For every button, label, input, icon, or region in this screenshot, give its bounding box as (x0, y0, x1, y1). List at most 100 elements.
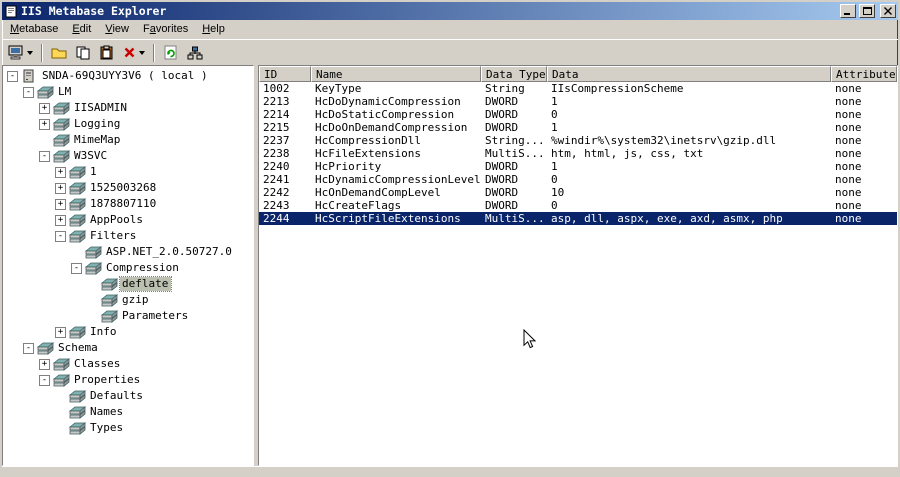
tree-item-label: Info (90, 325, 117, 338)
tree-item-names[interactable]: Names (3, 404, 253, 420)
list-row-2238[interactable]: 2238 HcFileExtensions MultiS... htm, html, … (259, 147, 897, 160)
metabase-node-icon (53, 357, 72, 371)
tree-item-asp-net-2-0-50727-0[interactable]: ASP.NET_2.0.50727.0 (3, 244, 253, 260)
list-row-2243[interactable]: 2243 HcCreateFlags DWORD 0 none (259, 199, 897, 212)
tree-item-mimemap[interactable]: MimeMap (3, 132, 253, 148)
tree-item-1[interactable]: +1 (3, 164, 253, 180)
tree-item-schema[interactable]: - Schema (3, 340, 253, 356)
tree-item-filters[interactable]: - Filters (3, 228, 253, 244)
collapse-icon[interactable]: - (7, 70, 18, 82)
list-row-2241[interactable]: 2241 HcDynamicCompressionLevel DWORD 0 none (259, 173, 897, 186)
title-bar[interactable]: IIS Metabase Explorer (2, 2, 898, 20)
copy-button[interactable] (72, 42, 94, 64)
list-row-2214[interactable]: 2214 HcDoStaticCompression DWORD 0 none (259, 108, 897, 121)
column-header-data[interactable]: Data (547, 66, 831, 82)
main-area: - SNDA-69Q3UYY3V6 ( local ) - LM + IISADMIN + L… (2, 65, 898, 466)
close-button[interactable] (880, 4, 896, 18)
tree-item-w3svc[interactable]: - W3SVC (3, 148, 253, 164)
paste-button[interactable] (96, 42, 118, 64)
expand-icon[interactable]: + (55, 326, 66, 338)
cell-name: HcDoStaticCompression (315, 108, 455, 121)
new-key-button[interactable] (48, 42, 70, 64)
collapse-icon[interactable]: - (23, 86, 34, 98)
expand-icon[interactable]: + (39, 102, 50, 114)
column-header-attributes[interactable]: Attributes (831, 66, 897, 82)
column-header-id[interactable]: ID (259, 66, 311, 82)
list-row-2240[interactable]: 2240 HcPriority DWORD 1 none (259, 160, 897, 173)
tree-item-label: 1 (90, 165, 97, 178)
tree-item-label: gzip (122, 293, 149, 306)
maximize-icon (862, 2, 872, 20)
tree-item-compression[interactable]: - Compression (3, 260, 253, 276)
cell-name: HcOnDemandCompLevel (315, 186, 441, 199)
collapse-icon[interactable]: - (39, 374, 50, 386)
tree-item-parameters[interactable]: Parameters (3, 308, 253, 324)
metabase-node-icon (69, 197, 88, 211)
tree-item-label: SNDA-69Q3UYY3V6 ( local ) (42, 69, 208, 82)
expand-icon[interactable]: + (55, 182, 66, 194)
tree-view[interactable]: - SNDA-69Q3UYY3V6 ( local ) - LM + IISADMIN + L… (2, 65, 254, 466)
maximize-button[interactable] (859, 4, 875, 18)
cell-data-type: DWORD (485, 160, 519, 173)
network-button[interactable] (184, 42, 206, 64)
tree-item-label: 1878807110 (90, 197, 157, 210)
column-header-data-type[interactable]: Data Type (481, 66, 547, 82)
menu-item-favorites[interactable]: Favorites (136, 21, 195, 38)
tree-item-deflate[interactable]: deflate (3, 276, 253, 292)
tree-item-1878807110[interactable]: +1878807110 (3, 196, 253, 212)
list-row-1002[interactable]: 1002 KeyType String IIsCompressionScheme non… (259, 82, 897, 95)
list-view[interactable]: ID Name Data Type Data Attributes 1002 KeyTyp… (258, 65, 898, 466)
menu-item-view[interactable]: View (98, 21, 136, 38)
tree-item-1525003268[interactable]: +1525003268 (3, 180, 253, 196)
menu-item-edit[interactable]: Edit (65, 21, 98, 38)
app-window: IIS Metabase Explorer Metabase Edit View Fa… (0, 0, 900, 477)
cell-id: 2238 (263, 147, 290, 160)
metabase-node-icon (37, 85, 56, 99)
tree-item-types[interactable]: Types (3, 420, 253, 436)
collapse-icon[interactable]: - (23, 342, 34, 354)
expand-icon[interactable]: + (39, 358, 50, 370)
metabase-node-icon (53, 101, 72, 115)
tree-item-defaults[interactable]: Defaults (3, 388, 253, 404)
menu-item-help[interactable]: Help (195, 21, 232, 38)
cell-name: HcCreateFlags (315, 199, 402, 212)
tree-item-properties[interactable]: - Properties (3, 372, 253, 388)
list-row-2244[interactable]: 2244 HcScriptFileExtensions MultiS... asp, … (259, 212, 897, 225)
expand-icon[interactable]: + (39, 118, 50, 130)
list-row-2215[interactable]: 2215 HcDoOnDemandCompression DWORD 1 none (259, 121, 897, 134)
connect-button[interactable] (5, 42, 36, 64)
cell-data: 10 (551, 186, 565, 199)
minimize-button[interactable] (840, 4, 856, 18)
tree-item-lm[interactable]: - LM (3, 84, 253, 100)
collapse-icon[interactable]: - (71, 262, 82, 274)
collapse-icon[interactable]: - (55, 230, 66, 242)
list-row-2237[interactable]: 2237 HcCompressionDll String... %windir%\sy… (259, 134, 897, 147)
collapse-icon[interactable]: - (39, 150, 50, 162)
list-row-2242[interactable]: 2242 HcOnDemandCompLevel DWORD 10 none (259, 186, 897, 199)
tree-item-logging[interactable]: + Logging (3, 116, 253, 132)
refresh-button[interactable] (160, 42, 182, 64)
tree-item-classes[interactable]: + Classes (3, 356, 253, 372)
cell-attributes: none (835, 108, 862, 121)
menu-item-metabase[interactable]: Metabase (3, 21, 65, 38)
cell-data: 0 (551, 199, 558, 212)
tree-item-iisadmin[interactable]: + IISADMIN (3, 100, 253, 116)
tree-item-snda-69q3uyy3v6-local[interactable]: - SNDA-69Q3UYY3V6 ( local ) (3, 68, 253, 84)
delete-button[interactable] (120, 42, 148, 64)
expand-icon[interactable]: + (55, 198, 66, 210)
tree-item-gzip[interactable]: gzip (3, 292, 253, 308)
expand-icon[interactable]: + (55, 214, 66, 226)
column-header-name[interactable]: Name (311, 66, 481, 82)
tree-item-info[interactable]: + Info (3, 324, 253, 340)
tree-item-label: Defaults (90, 389, 143, 402)
expand-icon[interactable]: + (55, 166, 66, 178)
dropdown-caret-icon (139, 50, 145, 55)
tree-item-apppools[interactable]: + AppPools (3, 212, 253, 228)
list-body[interactable]: 1002 KeyType String IIsCompressionScheme non… (259, 82, 897, 465)
list-row-2213[interactable]: 2213 HcDoDynamicCompression DWORD 1 none (259, 95, 897, 108)
